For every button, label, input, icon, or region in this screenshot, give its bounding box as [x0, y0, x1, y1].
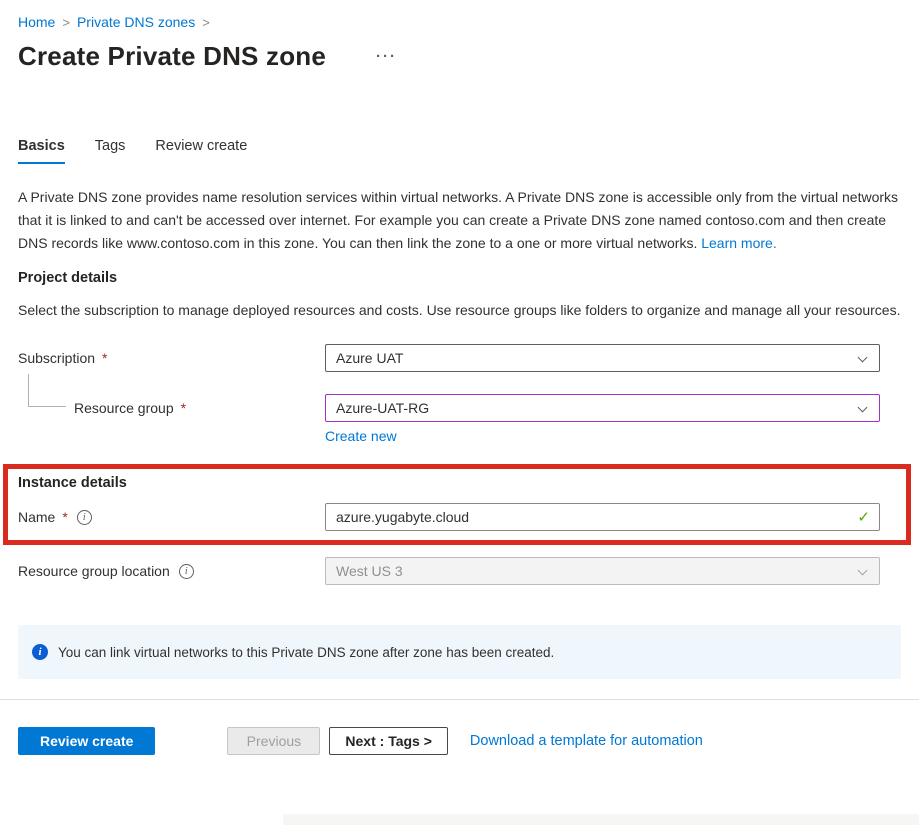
tab-review-create[interactable]: Review create [155, 138, 247, 164]
required-asterisk: * [181, 400, 186, 416]
footer-divider [0, 699, 919, 700]
breadcrumb-link-private-dns-zones[interactable]: Private DNS zones [77, 14, 195, 30]
name-label: Name * i [18, 509, 325, 525]
section-heading-project-details: Project details [18, 270, 901, 286]
resource-group-select[interactable]: Azure-UAT-RG [325, 394, 880, 422]
breadcrumb-separator: > [62, 15, 70, 30]
instance-details-highlight: Instance details Name * i ✓ [3, 464, 911, 545]
project-details-description: Select the subscription to manage deploy… [18, 299, 901, 322]
learn-more-link[interactable]: Learn more. [701, 235, 776, 251]
required-asterisk: * [102, 350, 107, 366]
previous-button[interactable]: Previous [227, 727, 320, 755]
breadcrumb: Home > Private DNS zones > [18, 0, 901, 30]
subscription-select[interactable]: Azure UAT [325, 344, 880, 372]
info-icon[interactable]: i [77, 510, 92, 525]
subscription-value: Azure UAT [336, 350, 403, 366]
section-heading-instance-details: Instance details [18, 475, 886, 491]
location-select: West US 3 [325, 557, 880, 585]
resource-group-value: Azure-UAT-RG [336, 400, 429, 416]
location-value: West US 3 [336, 563, 403, 579]
subscription-label-text: Subscription [18, 350, 95, 366]
breadcrumb-separator: > [202, 15, 210, 30]
name-input-wrap: ✓ [325, 503, 880, 531]
name-label-text: Name [18, 509, 55, 525]
tree-connector [28, 374, 66, 407]
chevron-down-icon [858, 566, 868, 576]
footer-actions: Review create Previous Next : Tags > Dow… [18, 727, 901, 755]
tab-bar: Basics Tags Review create [18, 138, 901, 164]
name-input[interactable] [326, 504, 879, 530]
resource-group-label-text: Resource group [74, 400, 174, 416]
create-new-link[interactable]: Create new [325, 428, 397, 444]
subscription-row: Subscription * Azure UAT [18, 344, 901, 372]
page-title: Create Private DNS zone [18, 41, 326, 72]
download-template-link[interactable]: Download a template for automation [470, 733, 703, 749]
location-label: Resource group location i [18, 563, 325, 579]
valid-check-icon: ✓ [857, 508, 870, 526]
tab-basics[interactable]: Basics [18, 138, 65, 164]
location-label-text: Resource group location [18, 563, 170, 579]
banner-info-icon: i [32, 644, 48, 660]
subscription-label: Subscription * [18, 350, 325, 366]
tab-tags[interactable]: Tags [95, 138, 126, 164]
resource-group-row: Resource group * Azure-UAT-RG [18, 394, 901, 422]
intro-text: A Private DNS zone provides name resolut… [18, 186, 901, 255]
location-row: Resource group location i West US 3 [18, 557, 901, 585]
chevron-down-icon [858, 403, 868, 413]
info-icon[interactable]: i [179, 564, 194, 579]
more-options-button[interactable]: ··· [372, 46, 401, 67]
name-row: Name * i ✓ [18, 503, 886, 531]
breadcrumb-link-home[interactable]: Home [18, 14, 55, 30]
info-banner-text: You can link virtual networks to this Pr… [58, 645, 554, 660]
next-tags-button[interactable]: Next : Tags > [329, 727, 448, 755]
required-asterisk: * [62, 509, 67, 525]
review-create-button[interactable]: Review create [18, 727, 155, 755]
info-banner: i You can link virtual networks to this … [18, 625, 901, 679]
bottom-strip [283, 814, 919, 825]
chevron-down-icon [858, 353, 868, 363]
